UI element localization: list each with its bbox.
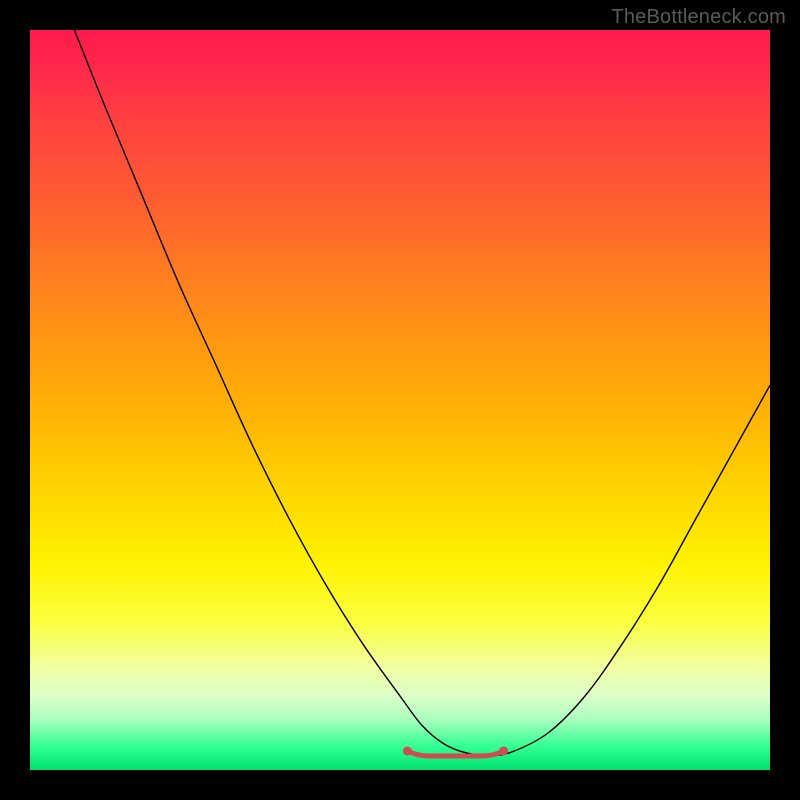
attribution-text: TheBottleneck.com [611,6,786,29]
chart-frame: TheBottleneck.com [0,0,800,800]
plot-area [30,30,770,770]
optimal-range-dot-right [499,746,508,755]
bottleneck-curve [74,30,770,755]
optimal-range-marker [407,751,503,756]
curve-layer [30,30,770,770]
optimal-range-dot-left [403,746,412,755]
